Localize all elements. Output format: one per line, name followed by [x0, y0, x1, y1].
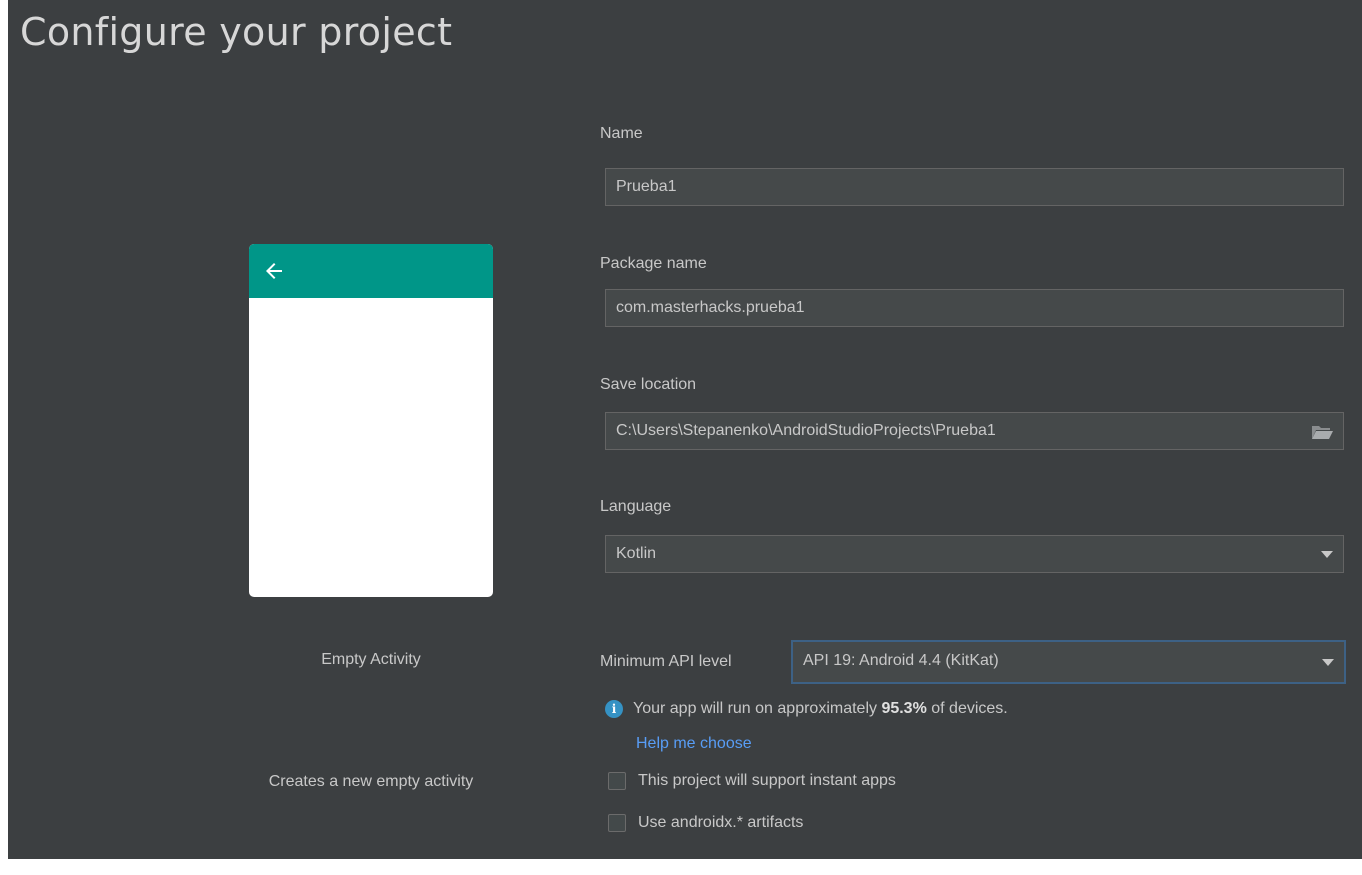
instant-apps-label: This project will support instant apps — [638, 772, 896, 789]
package-name-field[interactable]: com.masterhacks.prueba1 — [605, 289, 1344, 327]
language-label: Language — [600, 498, 672, 515]
min-api-label: Minimum API level — [600, 653, 732, 670]
language-selected: Kotlin — [616, 545, 657, 562]
min-api-dropdown[interactable]: API 19: Android 4.4 (KitKat) — [791, 640, 1346, 684]
info-text-prefix: Your app will run on approximately — [633, 700, 882, 717]
template-name: Empty Activity — [321, 651, 421, 668]
save-location-value: C:\Users\Stepanenko\AndroidStudioProject… — [616, 422, 996, 439]
instant-apps-option[interactable]: This project will support instant apps — [608, 772, 896, 790]
app-bar-preview — [249, 244, 493, 298]
configure-project-dialog: Configure your project Empty Activity Cr… — [8, 0, 1362, 859]
androidx-checkbox[interactable] — [608, 814, 626, 832]
chevron-down-icon — [1322, 659, 1334, 666]
chevron-down-icon — [1321, 551, 1333, 558]
folder-icon[interactable] — [1311, 424, 1333, 440]
activity-preview — [249, 244, 493, 597]
help-me-choose-link[interactable]: Help me choose — [636, 735, 752, 753]
coverage-percent: 95.3% — [881, 700, 927, 717]
template-description: Creates a new empty activity — [268, 773, 474, 790]
page-title: Configure your project — [20, 10, 453, 54]
back-arrow-icon — [266, 263, 282, 279]
androidx-option[interactable]: Use androidx.* artifacts — [608, 814, 803, 832]
device-coverage-info: i Your app will run on approximately 95.… — [605, 700, 1008, 718]
language-dropdown[interactable]: Kotlin — [605, 535, 1344, 573]
min-api-selected: API 19: Android 4.4 (KitKat) — [803, 652, 999, 669]
name-field[interactable]: Prueba1 — [605, 168, 1344, 206]
package-name-label: Package name — [600, 255, 707, 272]
info-text-suffix: of devices. — [926, 700, 1008, 717]
save-location-label: Save location — [600, 376, 697, 393]
androidx-label: Use androidx.* artifacts — [638, 814, 804, 831]
instant-apps-checkbox[interactable] — [608, 772, 626, 790]
info-icon: i — [605, 700, 623, 718]
name-label: Name — [600, 125, 643, 142]
save-location-field[interactable]: C:\Users\Stepanenko\AndroidStudioProject… — [605, 412, 1344, 450]
